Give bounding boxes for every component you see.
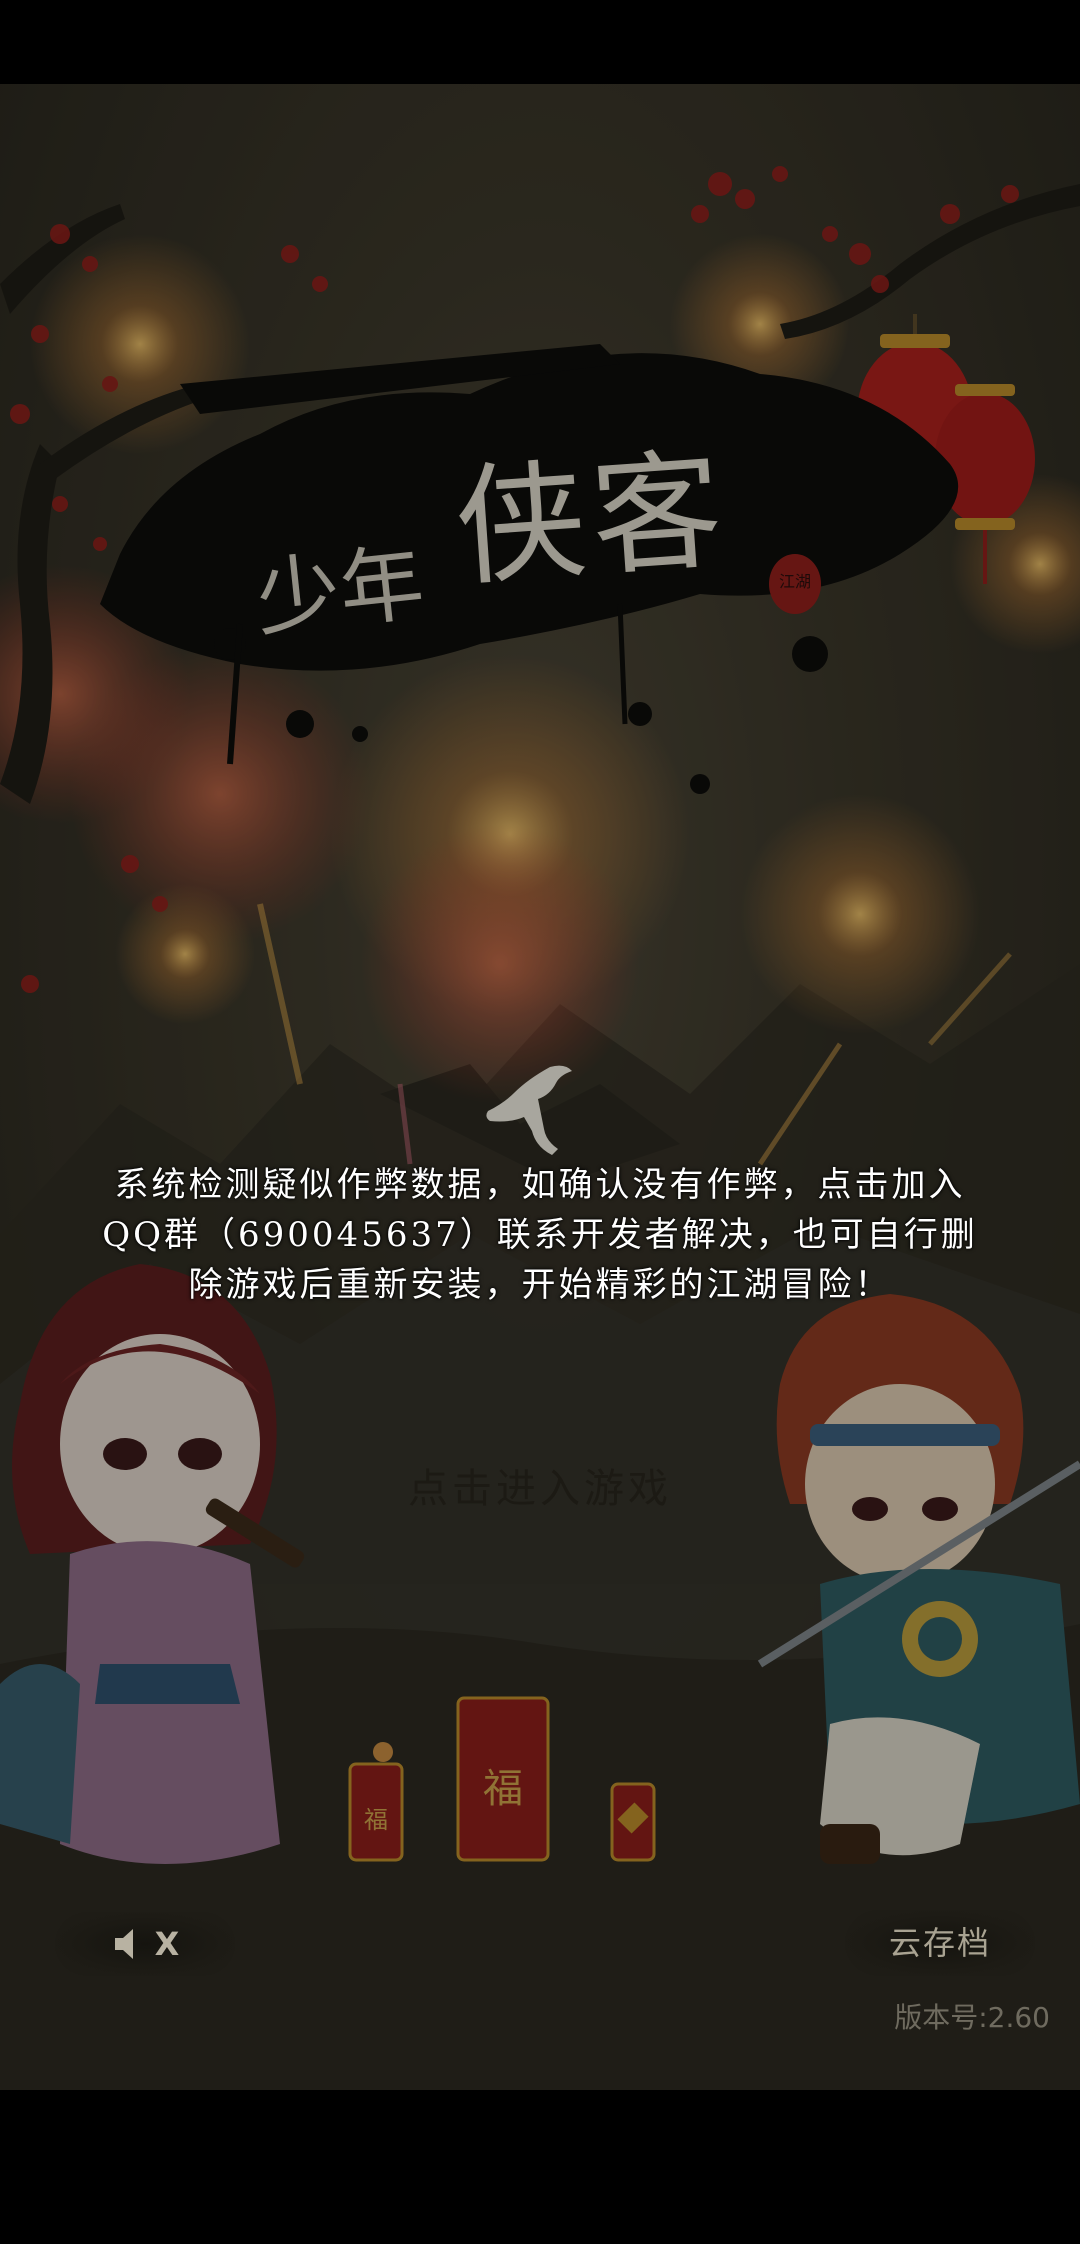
notice-line-2: QQ群（690045637）联系开发者解决，也可自行删 — [102, 1215, 978, 1255]
enter-game-button[interactable]: 点击进入游戏 — [360, 1454, 720, 1524]
game-canvas[interactable]: 少年 侠客 江湖 福 福 系统检测疑似作弊数据，如确认没有作弊，点击加入 QQ群… — [0, 84, 1080, 2090]
speaker-muted-icon — [114, 1929, 133, 1959]
notice-line-1: 系统检测疑似作弊数据，如确认没有作弊，点击加入 — [114, 1165, 966, 1205]
firecracker-small-glyph: 福 — [364, 1806, 388, 1834]
cloud-save-button[interactable]: 云存档 — [845, 1910, 1035, 1976]
firecrackers — [348, 1696, 656, 1862]
sound-toggle-button[interactable]: X — [55, 1912, 235, 1976]
mute-x-icon: X — [154, 1925, 180, 1963]
notice-line-3: 除游戏后重新安装，开始精彩的江湖冒险！ — [188, 1265, 892, 1305]
firecracker-large-glyph: 福 — [483, 1766, 523, 1812]
cheat-detection-notice: 系统检测疑似作弊数据，如确认没有作弊，点击加入 QQ群（690045637）联系… — [40, 1160, 1040, 1310]
version-label: 版本号:2.60 — [894, 2001, 1050, 2034]
screen: 少年 侠客 江湖 福 福 系统检测疑似作弊数据，如确认没有作弊，点击加入 QQ群… — [0, 0, 1080, 2244]
